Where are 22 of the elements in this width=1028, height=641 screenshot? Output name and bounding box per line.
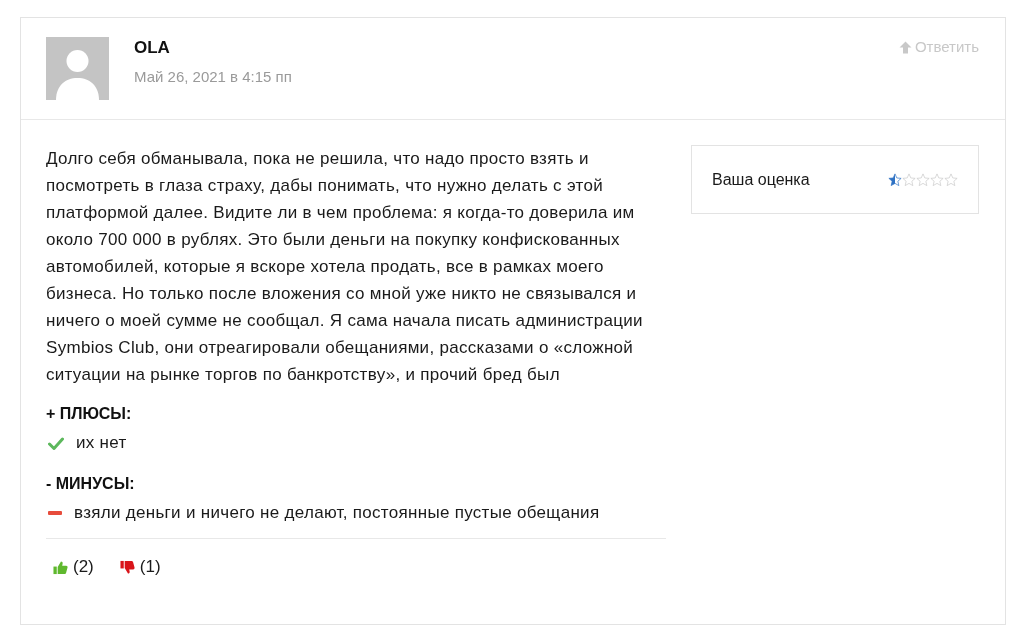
section-item: их нет [76,433,127,453]
arrow-up-icon [898,40,912,54]
star-icon[interactable] [930,172,944,187]
thumbs-down-icon[interactable] [119,559,135,575]
check-icon [48,436,64,450]
comment-text: Долго себя обманывала, пока не решила, что надо просто взять и посмотреть в глаза страху, дабы понимать, что нужно делать с этой платформой далее. Видите ли в чем проблема: я когда-то доверила им около 700 000 в рублях. Это были деньги на покупку конфискованных автомобилей, которые я вскоре хотела продать, все в рамках моего бизнеса. Но только после вложения со мной уже никто не связывался и ничего о моей сумме не сообщал. Я сама начала писать администрации Symbios Club, они отреагировали обещаниями, рассказами о «сложной ситуации на рынке торгов по банкротству», и прочий бред был [46,148,644,386]
vote-count: (1) [139,557,161,577]
avatar-placeholder [46,37,109,100]
section-heading: + ПЛЮСЫ: [46,405,133,423]
rating-label: Ваша оценка [712,169,810,190]
star-icon[interactable] [902,172,916,187]
star-icon[interactable] [944,172,958,187]
star-icon[interactable] [888,172,902,187]
thumbs-up-icon[interactable] [53,559,68,575]
minus-icon [48,511,62,515]
comment-date: Май 26, 2021 в 4:15 пп [134,68,292,86]
section-heading: - МИНУСЫ: [46,475,136,493]
star-icon[interactable] [916,172,930,187]
vote-count: (2) [73,557,94,577]
author-name: OLA [134,38,171,58]
section-item: взяли деньги и ничего не делают, постоянные пустые обещания [74,503,600,523]
star-rating[interactable] [888,172,958,187]
